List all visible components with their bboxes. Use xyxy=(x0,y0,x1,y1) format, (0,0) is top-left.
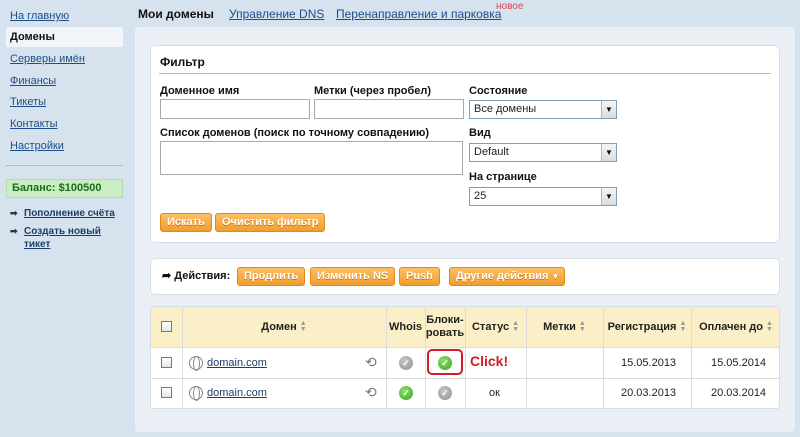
actions-bar: ➦ Действия: Продлить Изменить NS Push Др… xyxy=(150,258,780,295)
chevron-down-icon: ▼ xyxy=(601,188,616,205)
tab-my-domains[interactable]: Мои домены xyxy=(138,6,214,22)
header-status-label: Статус xyxy=(471,320,510,333)
block-toggle-icon[interactable]: ✓ xyxy=(438,386,452,400)
globe-icon xyxy=(189,356,203,371)
domain-list-textarea[interactable] xyxy=(160,141,463,175)
top-up-label: Пополнение счёта xyxy=(24,208,115,219)
filter-divider xyxy=(159,73,771,74)
paid-until-date: 15.05.2014 xyxy=(711,357,767,369)
header-domain[interactable]: Домен ▲ ▼ xyxy=(182,307,386,347)
header-paid-until[interactable]: Оплачен до ▲ ▼ xyxy=(691,307,779,347)
header-whois: Whois xyxy=(386,307,425,347)
row-checkbox[interactable] xyxy=(161,357,172,368)
filter-panel: Фильтр Доменное имя Метки (через пробел)… xyxy=(150,45,780,243)
main-panel: Фильтр Доменное имя Метки (через пробел)… xyxy=(135,27,795,432)
other-actions-button[interactable]: Другие действия ▼ xyxy=(449,267,566,286)
tags-input[interactable] xyxy=(314,99,464,119)
header-whois-label: Whois xyxy=(389,320,422,333)
state-label: Состояние xyxy=(469,85,528,97)
paid-until-date: 20.03.2014 xyxy=(711,387,767,399)
domains-table: Домен ▲ ▼ Whois Блоки- ровать Статус ▲ ▼ М… xyxy=(150,306,780,409)
sort-icon: ▲ ▼ xyxy=(766,320,773,333)
search-button[interactable]: Искать xyxy=(160,213,212,232)
domain-list-label: Список доменов (поиск по точному совпаде… xyxy=(160,127,430,139)
view-select-value: Default xyxy=(474,146,509,158)
view-select[interactable]: Default ▼ xyxy=(469,143,617,162)
actions-label: ➦ Действия: xyxy=(162,269,230,282)
sort-icon: ▲ ▼ xyxy=(578,320,586,333)
select-all-checkbox[interactable] xyxy=(161,321,172,332)
state-select-value: Все домены xyxy=(474,103,537,115)
filter-title: Фильтр xyxy=(160,55,205,69)
sort-icon: ▲ ▼ xyxy=(679,320,687,333)
sidebar-item-nameservers[interactable]: Серверы имён xyxy=(6,49,123,69)
tab-dns-management[interactable]: Управление DNS xyxy=(229,6,324,22)
actions-label-text: Действия: xyxy=(174,270,231,282)
sidebar-item-domains[interactable]: Домены xyxy=(6,27,123,47)
push-button[interactable]: Push xyxy=(399,267,440,286)
change-ns-button[interactable]: Изменить NS xyxy=(310,267,396,286)
refresh-icon[interactable]: ⟲ xyxy=(365,384,377,401)
per-page-label: На странице xyxy=(469,171,537,183)
sidebar-item-settings[interactable]: Настройки xyxy=(6,136,123,156)
header-status[interactable]: Статус ▲ ▼ xyxy=(465,307,526,347)
row-divider xyxy=(151,378,779,379)
click-annotation: Click! xyxy=(470,353,509,369)
header-registration[interactable]: Регистрация ▲ ▼ xyxy=(603,307,691,347)
header-block: Блоки- ровать xyxy=(425,307,465,347)
block-toggle-icon[interactable]: ✓ xyxy=(438,356,452,370)
status-value: ок xyxy=(489,387,500,399)
registration-date: 15.05.2013 xyxy=(621,357,677,369)
whois-status-icon[interactable]: ✓ xyxy=(399,356,413,370)
sidebar-divider xyxy=(6,165,123,166)
globe-icon xyxy=(189,386,203,401)
registration-date: 20.03.2013 xyxy=(621,387,677,399)
new-badge: новое xyxy=(496,1,524,12)
header-domain-label: Домен xyxy=(261,320,297,333)
balance-badge: Баланс: $100500 xyxy=(6,179,123,198)
tab-redirect-parking[interactable]: Перенаправление и парковка xyxy=(336,6,501,22)
per-page-select-value: 25 xyxy=(474,190,487,202)
sidebar-item-tickets[interactable]: Тикеты xyxy=(6,92,123,112)
view-label: Вид xyxy=(469,127,491,139)
sort-icon: ▲ ▼ xyxy=(512,320,519,333)
caret-down-icon: ▼ xyxy=(551,272,560,281)
sidebar-item-home[interactable]: На главную xyxy=(6,6,123,26)
header-tags[interactable]: Метки ▲ ▼ xyxy=(526,307,603,347)
sort-icon: ▲ ▼ xyxy=(299,320,307,333)
domain-name-input[interactable] xyxy=(160,99,310,119)
tags-label: Метки (через пробел) xyxy=(314,85,432,97)
whois-status-icon[interactable]: ✓ xyxy=(399,386,413,400)
create-ticket-link[interactable]: ➡ Создать новый тикет xyxy=(10,225,110,251)
other-actions-label: Другие действия xyxy=(456,270,549,282)
arrow-right-icon: ➡ xyxy=(10,208,18,218)
state-select[interactable]: Все домены ▼ xyxy=(469,100,617,119)
domain-link[interactable]: domain.com xyxy=(207,357,267,369)
clear-filter-button[interactable]: Очистить фильтр xyxy=(215,213,326,232)
renew-button[interactable]: Продлить xyxy=(237,267,306,286)
domain-name-label: Доменное имя xyxy=(160,85,240,97)
share-arrow-icon: ➦ xyxy=(162,270,172,282)
header-tags-label: Метки xyxy=(543,320,576,333)
arrow-right-icon: ➡ xyxy=(10,226,18,236)
row-divider xyxy=(151,347,779,348)
refresh-icon[interactable]: ⟲ xyxy=(365,354,377,371)
chevron-down-icon: ▼ xyxy=(601,101,616,118)
domain-link[interactable]: domain.com xyxy=(207,387,267,399)
per-page-select[interactable]: 25 ▼ xyxy=(469,187,617,206)
header-block-label-1: Блоки- xyxy=(426,314,464,326)
sidebar-item-finance[interactable]: Финансы xyxy=(6,71,123,91)
header-paid-until-label: Оплачен до xyxy=(699,320,763,333)
create-ticket-label: Создать новый тикет xyxy=(24,226,101,250)
chevron-down-icon: ▼ xyxy=(601,144,616,161)
header-registration-label: Регистрация xyxy=(607,320,677,333)
top-up-link[interactable]: ➡ Пополнение счёта xyxy=(10,207,125,220)
row-checkbox[interactable] xyxy=(161,387,172,398)
sidebar: На главную Домены Серверы имён Финансы Т… xyxy=(0,0,130,437)
header-block-label-2: ровать xyxy=(425,327,465,339)
sidebar-item-contacts[interactable]: Контакты xyxy=(6,114,123,134)
